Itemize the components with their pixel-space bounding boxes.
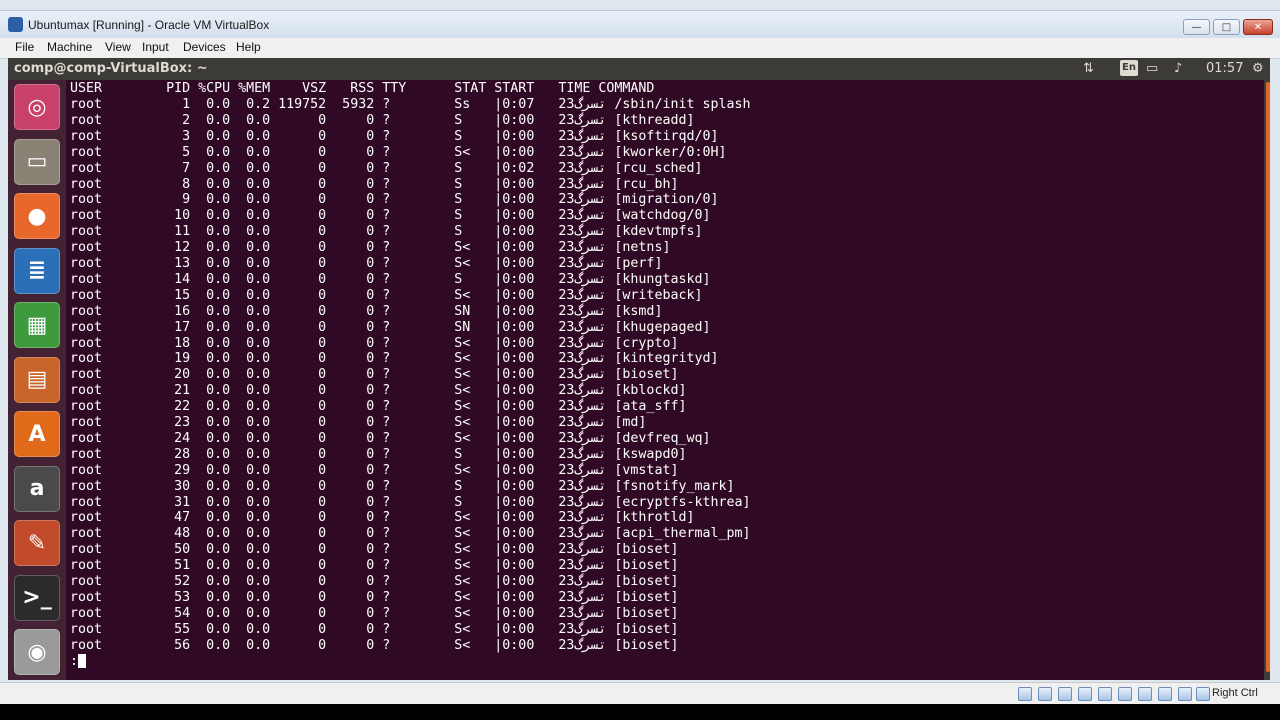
volume-icon[interactable]: ♪ — [1174, 61, 1182, 76]
process-row: root 53 0.0 0.0 0 0 ? S< |تسرگ23 0:00 [b… — [70, 589, 679, 605]
process-row: root 15 0.0 0.0 0 0 ? S< |تسرگ23 0:00 [w… — [70, 287, 703, 303]
process-row: root 20 0.0 0.0 0 0 ? S< |تسرگ23 0:00 [b… — [70, 367, 679, 383]
recording-icon[interactable] — [1158, 687, 1172, 701]
process-row: root 12 0.0 0.0 0 0 ? S< |تسرگ23 0:00 [n… — [70, 240, 671, 256]
menu-devices[interactable]: Devices — [183, 40, 226, 54]
process-row: root 31 0.0 0.0 0 0 ? S |تسرگ23 0:00 [ec… — [70, 494, 751, 510]
close-button[interactable]: ✕ — [1243, 19, 1273, 35]
process-row: root 24 0.0 0.0 0 0 ? S< |تسرگ23 0:00 [d… — [70, 430, 711, 446]
ubuntu-dash-icon[interactable]: ◎ — [14, 84, 60, 130]
process-row: root 16 0.0 0.0 0 0 ? SN |تسرگ23 0:00 [k… — [70, 303, 663, 319]
process-row: root 5 0.0 0.0 0 0 ? S< |تسرگ23 0:00 [kw… — [70, 144, 727, 160]
calc-icon[interactable]: ▦ — [14, 302, 60, 348]
shared-folder-icon[interactable] — [1118, 687, 1132, 701]
pager-prompt[interactable]: : — [70, 653, 87, 670]
dvd-icon[interactable]: ◉ — [14, 629, 60, 675]
process-row: root 51 0.0 0.0 0 0 ? S< |تسرگ23 0:00 [b… — [70, 558, 679, 574]
network-adapter-icon[interactable] — [1078, 687, 1092, 701]
process-row: root 47 0.0 0.0 0 0 ? S< |تسرگ23 0:00 [k… — [70, 510, 695, 526]
ubuntu-launcher: ◎ ▭ ● ≣ ▦ ▤ Aa ✎ >_ ◉ — [8, 80, 66, 680]
software-center-icon[interactable]: A — [14, 411, 60, 457]
vbox-status-bar: Right Ctrl — [0, 682, 1280, 705]
process-row: root 54 0.0 0.0 0 0 ? S< |تسرگ23 0:00 [b… — [70, 605, 679, 621]
process-row: root 10 0.0 0.0 0 0 ? S |تسرگ23 0:00 [wa… — [70, 208, 711, 224]
impress-icon[interactable]: ▤ — [14, 356, 60, 403]
process-row: root 1 0.0 0.2 119752 5932 ? Ss |تسرگ23 … — [70, 97, 751, 112]
process-row: root 11 0.0 0.0 0 0 ? S |تسرگ23 0:00 [kd… — [70, 224, 703, 240]
terminal-area[interactable]: USER PID %CPU %MEM VSZ RSS TTY STAT STAR… — [66, 80, 1264, 680]
process-row: root 18 0.0 0.0 0 0 ? S< |تسرگ23 0:00 [c… — [70, 335, 679, 351]
process-row: root 2 0.0 0.0 0 0 ? S |تسرگ23 0:00 [kth… — [70, 112, 695, 128]
process-row: root 8 0.0 0.0 0 0 ? S |تسرگ23 0:00 [rcu… — [70, 176, 679, 192]
firefox-icon[interactable]: ● — [14, 193, 60, 239]
process-row: root 3 0.0 0.0 0 0 ? S |تسرگ23 0:00 [kso… — [70, 128, 719, 144]
clock[interactable]: 01:57 — [1206, 61, 1243, 76]
menu-help[interactable]: Help — [236, 40, 261, 54]
maximize-button[interactable]: □ — [1213, 19, 1240, 35]
host-key-label: Right Ctrl — [1212, 687, 1258, 699]
prompt-text: : — [70, 653, 79, 669]
display-icon[interactable] — [1138, 687, 1152, 701]
process-row: root 56 0.0 0.0 0 0 ? S< |تسرگ23 0:00 [b… — [70, 637, 679, 653]
process-row: root 30 0.0 0.0 0 0 ? S |تسرگ23 0:00 [fs… — [70, 478, 735, 494]
process-row: root 52 0.0 0.0 0 0 ? S< |تسرگ23 0:00 [b… — [70, 574, 679, 589]
mouse-integration-icon[interactable] — [1196, 687, 1210, 701]
menu-machine[interactable]: Machine — [47, 40, 92, 54]
process-row: root 29 0.0 0.0 0 0 ? S< |تسرگ23 0:00 [v… — [70, 462, 679, 478]
text-cursor — [78, 653, 87, 668]
process-row: root 9 0.0 0.0 0 0 ? S |تسرگ23 0:00 [mig… — [70, 192, 719, 208]
process-row: root 55 0.0 0.0 0 0 ? S< |تسرگ23 0:00 [b… — [70, 621, 679, 637]
process-row: root 28 0.0 0.0 0 0 ? S |تسرگ23 0:00 [ks… — [70, 446, 687, 462]
virtualbox-icon — [8, 17, 23, 32]
process-row: root 22 0.0 0.0 0 0 ? S< |تسرگ23 0:00 [a… — [70, 399, 687, 415]
cd-icon[interactable] — [1038, 687, 1052, 701]
gear-icon[interactable]: ⚙ — [1252, 61, 1264, 76]
terminal-window-title: comp@comp-VirtualBox: ~ — [14, 61, 208, 76]
process-row: root 17 0.0 0.0 0 0 ? SN |تسرگ23 0:00 [k… — [70, 319, 711, 335]
files-icon[interactable]: ▭ — [14, 138, 60, 185]
battery-icon[interactable]: ▭ — [1146, 61, 1158, 76]
settings-icon[interactable]: ✎ — [14, 520, 60, 566]
process-row: root 23 0.0 0.0 0 0 ? S< |تسرگ23 0:00 [m… — [70, 415, 647, 430]
terminal-icon[interactable]: >_ — [14, 574, 60, 621]
network-icon[interactable]: ⇅ — [1083, 61, 1094, 76]
usb-icon[interactable] — [1098, 687, 1112, 701]
process-row: root 7 0.0 0.0 0 0 ? S |تسرگ23 0:02 [rcu… — [70, 160, 703, 176]
menu-file[interactable]: File — [15, 40, 34, 54]
scrollbar-thumb[interactable] — [1266, 82, 1270, 672]
window-title: Ubuntumax [Running] - Oracle VM VirtualB… — [28, 18, 270, 32]
process-row: root 21 0.0 0.0 0 0 ? S< |تسرگ23 0:00 [k… — [70, 383, 687, 399]
process-row: root 19 0.0 0.0 0 0 ? S< |تسرگ23 0:00 [k… — [70, 351, 719, 367]
cpu-icon[interactable] — [1178, 687, 1192, 701]
minimize-button[interactable]: — — [1183, 19, 1210, 35]
ubuntu-top-panel: comp@comp-VirtualBox: ~ ⇅ En ▭ ♪ 01:57 ⚙ — [8, 58, 1270, 80]
audio-icon[interactable] — [1058, 687, 1072, 701]
process-row: root 14 0.0 0.0 0 0 ? S |تسرگ23 0:00 [kh… — [70, 271, 711, 287]
process-row: root 50 0.0 0.0 0 0 ? S< |تسرگ23 0:00 [b… — [70, 542, 679, 558]
bottom-strip — [0, 704, 1280, 720]
process-row: root 48 0.0 0.0 0 0 ? S< |تسرگ23 0:00 [a… — [70, 526, 751, 542]
amazon-icon[interactable]: a — [14, 465, 60, 512]
language-indicator[interactable]: En — [1120, 60, 1138, 76]
menu-bar: File Machine View Input Devices Help — [0, 38, 1280, 59]
writer-icon[interactable]: ≣ — [14, 247, 60, 294]
ps-header: USER PID %CPU %MEM VSZ RSS TTY STAT STAR… — [70, 81, 655, 96]
process-row: root 13 0.0 0.0 0 0 ? S< |تسرگ23 0:00 [p… — [70, 256, 663, 271]
hdd-icon[interactable] — [1018, 687, 1032, 701]
menu-input[interactable]: Input — [142, 40, 169, 54]
menu-view[interactable]: View — [105, 40, 131, 54]
window-titlebar: Ubuntumax [Running] - Oracle VM VirtualB… — [0, 10, 1280, 38]
